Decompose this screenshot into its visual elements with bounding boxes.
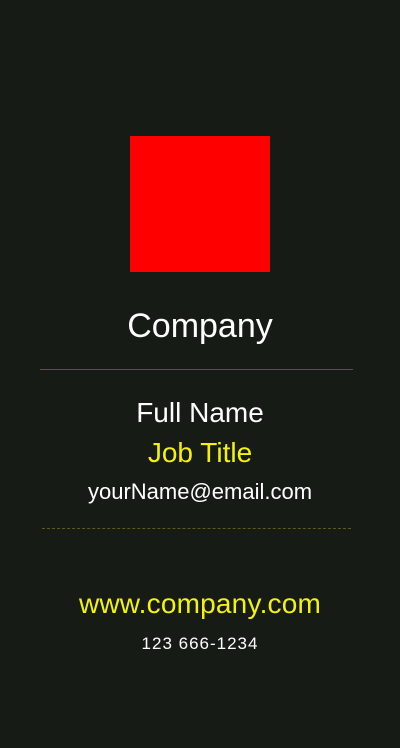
- company-name: Company: [127, 307, 273, 345]
- phone-text: 123 666-1234: [141, 634, 259, 653]
- bottom-divider: [42, 528, 351, 529]
- website-text: www.company.com: [78, 588, 322, 619]
- business-card: Company Full Name Job Title yourName@ema…: [0, 0, 400, 748]
- email-text: yourName@email.com: [87, 479, 313, 504]
- full-name: Full Name: [136, 397, 264, 428]
- top-divider: [40, 369, 353, 370]
- job-title: Job Title: [147, 437, 253, 468]
- company-logo: [130, 136, 270, 272]
